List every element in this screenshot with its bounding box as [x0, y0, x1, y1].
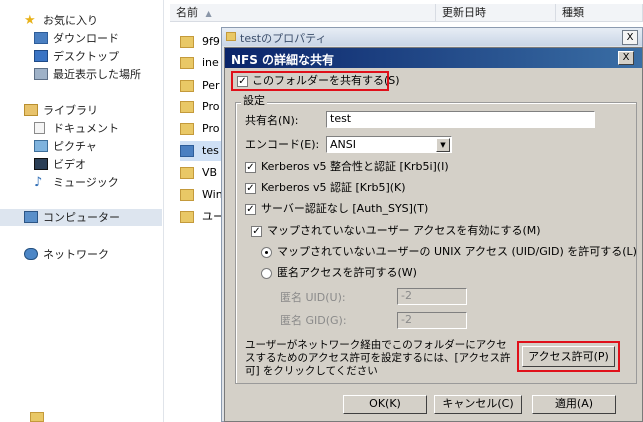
star-icon: ★: [24, 13, 36, 28]
folder-icon: [180, 36, 194, 48]
recent-places-icon: [34, 68, 48, 80]
file-name: Win: [202, 188, 223, 201]
folder-icon: [226, 32, 236, 41]
nav-documents[interactable]: ドキュメント: [34, 120, 154, 137]
allow-anon-label: 匿名アクセスを許可する(W): [277, 266, 417, 279]
encode-label: エンコード(E):: [245, 138, 320, 151]
allow-unix-radio[interactable]: [261, 247, 272, 258]
ok-button[interactable]: OK(K): [343, 395, 427, 414]
network-icon: [24, 248, 38, 260]
allow-anon-radio[interactable]: [261, 268, 272, 279]
properties-title: testのプロパティ: [240, 32, 327, 45]
auth-sys-checkbox[interactable]: ✓: [245, 204, 256, 215]
column-header-date-label: 更新日時: [442, 6, 486, 19]
column-header-name[interactable]: 名前 ▲: [170, 4, 436, 22]
anon-uid-label: 匿名 UID(U):: [280, 291, 346, 304]
nav-recent-places[interactable]: 最近表示した場所: [34, 66, 159, 83]
anon-gid-input[interactable]: -2: [397, 312, 467, 329]
encode-select[interactable]: ANSI ▼: [326, 136, 452, 153]
anon-gid-label: 匿名 GID(G):: [280, 314, 347, 327]
nfs-close-button[interactable]: X: [618, 51, 634, 65]
nav-downloads[interactable]: ダウンロード: [34, 30, 154, 47]
folder-icon: [180, 123, 194, 135]
nav-network[interactable]: ネットワーク: [24, 246, 154, 263]
document-icon: [34, 122, 45, 134]
apply-button[interactable]: 適用(A): [532, 395, 616, 414]
chevron-down-icon[interactable]: ▼: [436, 138, 450, 152]
picture-icon: [34, 140, 48, 152]
music-icon: ♪: [34, 175, 43, 190]
cancel-button[interactable]: キャンセル(C): [434, 395, 522, 414]
file-name: 9f9: [202, 35, 220, 48]
unmapped-access-checkbox[interactable]: ✓: [251, 226, 262, 237]
krb5i-label: Kerberos v5 整合性と認証 [Krb5i](I): [261, 160, 449, 173]
column-header-type[interactable]: 種類: [556, 4, 643, 22]
library-icon: [24, 104, 38, 116]
encode-select-value: ANSI: [330, 138, 356, 151]
folder-icon: [180, 211, 194, 223]
nav-libraries[interactable]: ライブラリ: [24, 102, 154, 119]
computer-icon: [24, 211, 38, 223]
radio-selected-dot: [265, 251, 268, 254]
navigation-pane: ★ お気に入り ダウンロード デスクトップ 最近表示した場所 ライブラリ ドキュ…: [0, 0, 164, 422]
krb5-label: Kerberos v5 認証 [Krb5](K): [261, 181, 406, 194]
permission-description: ユーザーがネットワーク経由でこのフォルダーにアクセスするためのアクセス許可を設定…: [245, 339, 511, 377]
file-name: Pro: [202, 122, 220, 135]
folder-icon: [180, 57, 194, 69]
sort-ascending-icon: ▲: [205, 9, 212, 18]
file-name: Pro: [202, 100, 220, 113]
share-name-input[interactable]: test: [326, 111, 595, 128]
file-name: Per: [202, 79, 220, 92]
column-header-name-label: 名前: [176, 6, 198, 19]
nav-computer[interactable]: コンピューター: [0, 209, 162, 226]
folder-icon: [180, 101, 194, 113]
folder-icon: [180, 167, 194, 179]
anon-uid-input[interactable]: -2: [397, 288, 467, 305]
permission-button[interactable]: アクセス許可(P): [522, 346, 615, 367]
file-name: ine: [202, 56, 219, 69]
properties-title-bar: testのプロパティ X: [222, 28, 642, 46]
nfs-sharing-dialog: NFS の詳細な共有 X ✓ このフォルダーを共有する(S) 設定 共有名(N)…: [224, 47, 643, 422]
share-name-label: 共有名(N):: [245, 114, 299, 127]
krb5i-checkbox[interactable]: ✓: [245, 162, 256, 173]
nav-videos[interactable]: ビデオ: [34, 156, 154, 173]
file-name: tes: [202, 144, 219, 157]
share-folder-label: このフォルダーを共有する(S): [252, 74, 400, 87]
folder-icon: [180, 80, 194, 92]
desktop-icon: [34, 50, 48, 62]
folder-icon: [180, 189, 194, 201]
file-name: VB: [202, 166, 218, 179]
folder-icon: [180, 145, 194, 157]
video-icon: [34, 158, 48, 170]
auth-sys-label: サーバー認証なし [Auth_SYS](T): [261, 202, 429, 215]
allow-unix-label: マップされていないユーザーの UNIX アクセス (UID/GID) を許可する…: [277, 245, 637, 258]
column-header-type-label: 種類: [562, 6, 584, 19]
nfs-dialog-title: NFS の詳細な共有: [231, 53, 335, 67]
properties-close-button[interactable]: X: [622, 30, 638, 45]
settings-group-label: 設定: [241, 94, 267, 108]
nav-pictures[interactable]: ピクチャ: [34, 138, 154, 155]
nav-favorites[interactable]: ★ お気に入り: [24, 12, 154, 29]
nav-music[interactable]: ♪ ミュージック: [34, 174, 154, 191]
nav-desktop[interactable]: デスクトップ: [34, 48, 154, 65]
column-header-date[interactable]: 更新日時: [436, 4, 556, 22]
share-folder-checkbox[interactable]: ✓: [237, 76, 248, 87]
downloads-folder-icon: [34, 32, 48, 44]
unmapped-access-label: マップされていないユーザー アクセスを有効にする(M): [267, 224, 541, 237]
krb5-checkbox[interactable]: ✓: [245, 183, 256, 194]
nav-bottom-folder-icon: [30, 412, 44, 422]
nfs-title-bar: NFS の詳細な共有 X: [225, 48, 642, 68]
